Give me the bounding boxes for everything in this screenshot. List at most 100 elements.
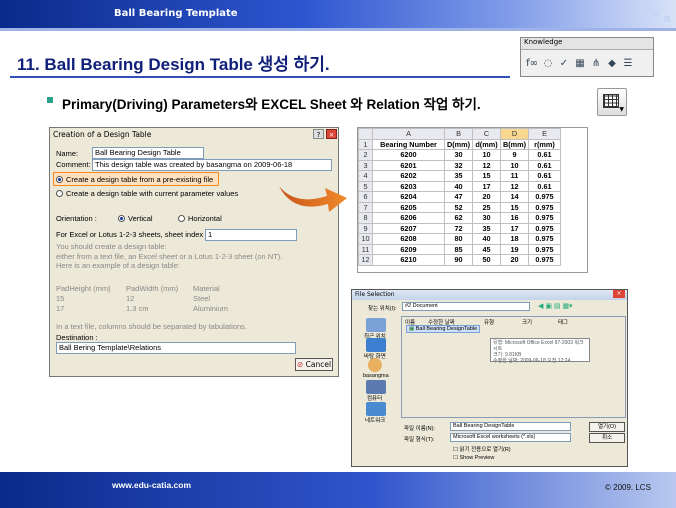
- design-table-icon[interactable]: ▼: [597, 88, 627, 116]
- table-cell[interactable]: 0.61: [528, 149, 561, 161]
- row-header[interactable]: 2: [358, 149, 373, 161]
- row-header[interactable]: 9: [358, 222, 373, 234]
- table-cell[interactable]: 6205: [372, 201, 445, 213]
- table-cell[interactable]: 47: [444, 191, 473, 203]
- row-header[interactable]: 6: [358, 191, 373, 203]
- row-header[interactable]: 12: [358, 254, 373, 266]
- header-cell[interactable]: B(mm): [500, 138, 529, 150]
- table-cell[interactable]: 15: [472, 170, 501, 182]
- table-cell[interactable]: 17: [472, 180, 501, 192]
- table-cell[interactable]: 0.975: [528, 233, 561, 245]
- check-icon[interactable]: ✓: [557, 56, 571, 70]
- radio-horizontal[interactable]: Horizontal: [178, 214, 222, 223]
- comment-icon[interactable]: ◌: [541, 56, 555, 70]
- row-header[interactable]: 7: [358, 201, 373, 213]
- recent-places-icon[interactable]: [366, 318, 386, 332]
- table-cell[interactable]: 6202: [372, 170, 445, 182]
- table-cell[interactable]: 6210: [372, 254, 445, 266]
- destination-field[interactable]: Ball Bering Template\Relations: [56, 342, 296, 354]
- table-cell[interactable]: 6209: [372, 243, 445, 255]
- table-cell[interactable]: 32: [444, 159, 473, 171]
- table-cell[interactable]: 20: [500, 254, 529, 266]
- computer-icon[interactable]: [366, 380, 386, 394]
- row-header[interactable]: 8: [358, 212, 373, 224]
- table-cell[interactable]: 11: [500, 170, 529, 182]
- open-button[interactable]: 열기(O): [589, 422, 625, 432]
- law-icon[interactable]: ⋔: [589, 56, 603, 70]
- design-table-icon[interactable]: ▦: [573, 56, 587, 70]
- radio-vertical[interactable]: Vertical: [118, 214, 153, 223]
- header-cell[interactable]: r(mm): [528, 138, 561, 150]
- table-cell[interactable]: 90: [444, 254, 473, 266]
- row-header[interactable]: 4: [358, 170, 373, 182]
- name-field[interactable]: Ball Bearing Design Table: [92, 147, 204, 159]
- table-cell[interactable]: 40: [444, 180, 473, 192]
- table-cell[interactable]: 0.975: [528, 222, 561, 234]
- table-cell[interactable]: 35: [444, 170, 473, 182]
- cancel-button[interactable]: 취소: [589, 433, 625, 443]
- set-icon[interactable]: ◆: [605, 56, 619, 70]
- footer-url[interactable]: www.edu-catia.com: [112, 480, 191, 490]
- user-icon[interactable]: [368, 358, 382, 372]
- table-cell[interactable]: 35: [472, 222, 501, 234]
- table-cell[interactable]: 15: [500, 201, 529, 213]
- column-header[interactable]: D: [500, 128, 529, 140]
- nav-toolbar-icons[interactable]: ◀ ▣ ▤ ▦▾: [538, 302, 573, 310]
- cancel-button[interactable]: ⊘ Cancel: [295, 358, 333, 371]
- table-cell[interactable]: 20: [472, 191, 501, 203]
- lookin-select[interactable]: #2 Document: [402, 302, 530, 311]
- readonly-checkbox[interactable]: ☐ 읽기 전용으로 열기(R): [453, 445, 511, 453]
- table-cell[interactable]: 30: [444, 149, 473, 161]
- table-cell[interactable]: 0.61: [528, 170, 561, 182]
- close-icon[interactable]: ×: [326, 129, 337, 139]
- table-cell[interactable]: 12: [472, 159, 501, 171]
- table-cell[interactable]: 45: [472, 243, 501, 255]
- table-cell[interactable]: 25: [472, 201, 501, 213]
- file-item[interactable]: ▦ Ball Bearing DesignTable: [406, 325, 481, 333]
- column-header[interactable]: E: [528, 128, 561, 140]
- table-cell[interactable]: 0.975: [528, 243, 561, 255]
- table-cell[interactable]: 18: [500, 233, 529, 245]
- column-header[interactable]: A: [372, 128, 445, 140]
- table-cell[interactable]: 19: [500, 243, 529, 255]
- row-header[interactable]: 3: [358, 159, 373, 171]
- row-header[interactable]: 5: [358, 180, 373, 192]
- table-cell[interactable]: 6206: [372, 212, 445, 224]
- table-cell[interactable]: 6207: [372, 222, 445, 234]
- table-cell[interactable]: 10: [500, 159, 529, 171]
- column-header[interactable]: B: [444, 128, 473, 140]
- help-icon[interactable]: ?: [313, 129, 324, 139]
- table-cell[interactable]: 12: [500, 180, 529, 192]
- table-cell[interactable]: 16: [500, 212, 529, 224]
- radio-current-parameters[interactable]: Create a design table with current param…: [56, 189, 238, 198]
- table-cell[interactable]: 0.975: [528, 254, 561, 266]
- table-cell[interactable]: 50: [472, 254, 501, 266]
- close-icon[interactable]: ×: [613, 290, 625, 298]
- header-cell[interactable]: d(mm): [472, 138, 501, 150]
- table-cell[interactable]: 52: [444, 201, 473, 213]
- sheet-index-field[interactable]: 1: [205, 229, 297, 241]
- table-cell[interactable]: 6204: [372, 191, 445, 203]
- table-cell[interactable]: 30: [472, 212, 501, 224]
- filename-field[interactable]: Ball Bearing DesignTable: [450, 422, 571, 431]
- formula-icon[interactable]: f∞: [525, 56, 539, 70]
- corner-cell[interactable]: [358, 128, 373, 140]
- table-cell[interactable]: 0.61: [528, 180, 561, 192]
- table-cell[interactable]: 6200: [372, 149, 445, 161]
- table-cell[interactable]: 62: [444, 212, 473, 224]
- table-cell[interactable]: 10: [472, 149, 501, 161]
- table-cell[interactable]: 9: [500, 149, 529, 161]
- list-icon[interactable]: ☰: [621, 56, 635, 70]
- table-cell[interactable]: 0.61: [528, 159, 561, 171]
- desktop-icon[interactable]: [366, 338, 386, 352]
- column-header[interactable]: C: [472, 128, 501, 140]
- row-header[interactable]: 10: [358, 233, 373, 245]
- table-cell[interactable]: 85: [444, 243, 473, 255]
- header-cell[interactable]: D(mm): [444, 138, 473, 150]
- table-cell[interactable]: 80: [444, 233, 473, 245]
- table-cell[interactable]: 14: [500, 191, 529, 203]
- table-cell[interactable]: 0.975: [528, 191, 561, 203]
- filetype-select[interactable]: Microsoft Excel worksheets (*.xls): [450, 433, 571, 442]
- table-cell[interactable]: 0.975: [528, 201, 561, 213]
- network-icon[interactable]: [366, 402, 386, 416]
